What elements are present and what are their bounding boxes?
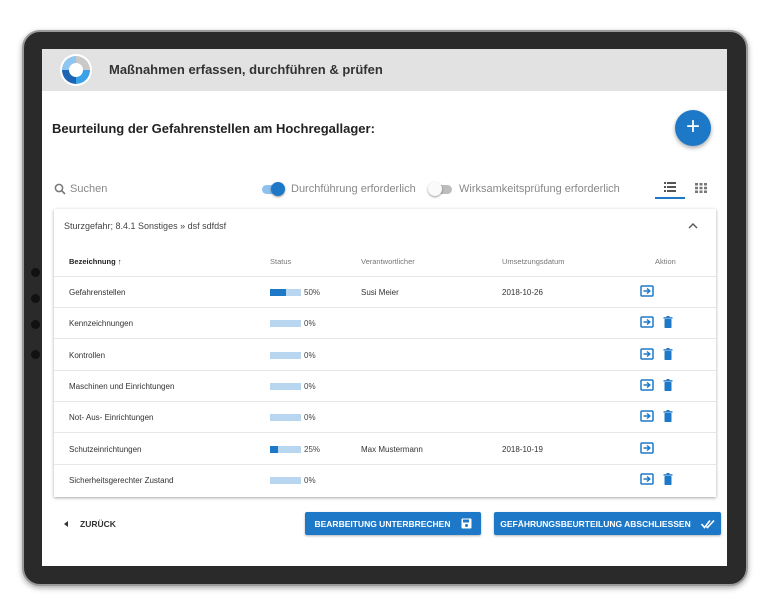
row-responsible: Susi Meier [361,288,399,297]
toggle-knob [271,181,285,196]
search-placeholder: Suchen [70,183,108,195]
column-header-action: Aktion [655,257,676,266]
status-percent: 0% [304,319,316,329]
column-header-status: Status [270,257,292,266]
card-header[interactable]: Sturzgefahr; 8.4.1 Sonstiges » dsf sdfds… [54,209,716,243]
column-header-date: Umsetzungsdatum [502,257,565,266]
app-bar: Maßnahmen erfassen, durchführen & prüfen [42,49,727,91]
delete-icon[interactable] [663,410,673,424]
grid-view-button[interactable] [686,177,716,199]
table-row[interactable]: Schutzeinrichtungen 25% Max Mustermann 2018… [54,434,716,465]
side-button [31,268,40,277]
row-name: Kennzeichnungen [69,319,134,329]
progress-bar [270,351,301,359]
progress-fill [270,289,286,296]
toggle-knob [428,181,442,196]
double-check-icon [700,519,715,529]
progress-bar [270,289,301,296]
side-button [31,350,40,359]
side-button [31,294,40,303]
finish-label: GEFÄHRUNGSBEURTEILUNG ABSCHLIESSEN [500,518,691,529]
delete-icon[interactable] [663,347,673,362]
open-measure-icon[interactable] [640,410,654,424]
table-row[interactable]: Gefahrenstellen 50% Susi Meier 2018-10-26 [54,277,716,308]
progress-bar [270,476,301,484]
measures-card: Sturzgefahr; 8.4.1 Sonstiges » dsf sdfds… [54,209,716,497]
toggle-track [262,181,285,196]
delete-icon[interactable] [663,378,673,393]
progress-bar [270,445,301,453]
chevron-up-icon[interactable] [688,218,698,232]
list-view-button[interactable] [655,177,685,199]
app-screen: Maßnahmen erfassen, durchführen & prüfen… [42,49,727,566]
column-header-responsible: Verantwortlicher [361,257,415,266]
app-logo-icon [60,54,92,86]
progress-bar [270,414,301,422]
status-percent: 0% [304,350,316,360]
row-name: Maschinen und Einrichtungen [69,381,175,391]
add-button[interactable]: + [675,110,711,146]
toggle-track [428,181,452,196]
row-name: Gefahrenstellen [69,288,126,297]
back-button[interactable]: ZURÜCK [62,519,116,529]
column-header-name[interactable]: Bezeichnung ↑ [69,257,122,266]
card-header-text: Sturzgefahr; 8.4.1 Sonstiges » dsf sdfds… [64,221,227,231]
progress-fill [270,445,278,453]
table-row[interactable]: Kennzeichnungen 0% [54,308,716,340]
toggle-label: Durchführung erforderlich [291,183,416,195]
row-name: Not- Aus- Einrichtungen [69,413,154,423]
table-row[interactable]: Sicherheitsgerechter Zustand 0% [54,465,716,496]
row-name: Kontrollen [69,350,106,360]
sort-arrow-icon: ↑ [117,257,122,266]
table-row[interactable]: Not- Aus- Einrichtungen 0% [54,402,716,434]
status-percent: 50% [304,288,321,297]
app-title: Maßnahmen erfassen, durchführen & prüfen [109,62,383,77]
status-percent: 0% [304,475,316,485]
grid-view-icon [695,183,707,193]
row-date: 2018-10-26 [502,288,543,297]
row-date: 2018-10-19 [502,444,543,454]
page-title: Beurteilung der Gefahrenstellen am Hochr… [52,121,375,136]
open-measure-icon[interactable] [640,347,654,362]
toggle-label: Wirksamkeitsprüfung erforderlich [459,183,620,195]
table-header: Bezeichnung ↑ Status Verantwortlicher Um… [54,249,716,277]
finish-assessment-button[interactable]: GEFÄHRUNGSBEURTEILUNG ABSCHLIESSEN [494,512,721,535]
status-percent: 0% [304,381,316,391]
side-button [31,320,40,329]
search-input[interactable]: Suchen [54,183,107,195]
status-percent: 25% [304,444,321,454]
toggle-wirksamkeit[interactable]: Wirksamkeitsprüfung erforderlich [428,181,620,196]
open-measure-icon[interactable] [640,379,654,393]
progress-bar [270,320,301,328]
progress-bar [270,382,301,390]
open-measure-icon[interactable] [640,316,654,330]
row-responsible: Max Mustermann [361,444,423,454]
row-name: Schutzeinrichtungen [69,444,142,454]
table-row[interactable]: Maschinen und Einrichtungen 0% [54,371,716,402]
status-percent: 0% [304,413,316,423]
toggle-durchfuehrung[interactable]: Durchführung erforderlich [262,181,416,196]
list-view-icon [664,182,676,192]
open-measure-icon[interactable] [640,473,654,487]
back-label: ZURÜCK [80,519,116,529]
pause-editing-button[interactable]: BEARBEITUNG UNTERBRECHEN [305,512,481,535]
open-measure-icon[interactable] [640,285,654,299]
open-measure-icon[interactable] [640,441,654,456]
table-row[interactable]: Kontrollen 0% [54,340,716,371]
delete-icon[interactable] [663,316,673,330]
search-icon [54,183,66,195]
chevron-left-icon [64,521,68,527]
row-name: Sicherheitsgerechter Zustand [69,475,174,485]
delete-icon[interactable] [663,472,673,487]
pause-label: BEARBEITUNG UNTERBRECHEN [314,518,451,529]
save-icon [461,518,471,529]
